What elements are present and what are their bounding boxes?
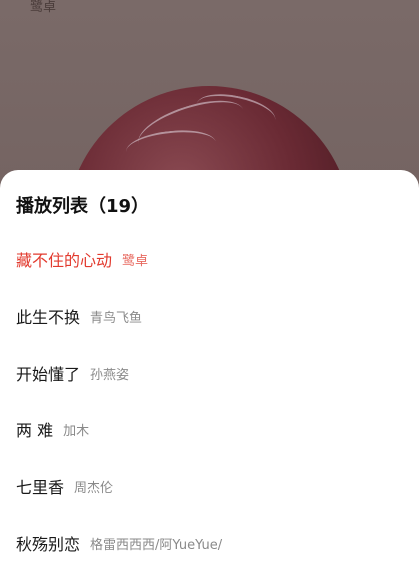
- song-artist: 格雷西西西/阿YueYue/: [90, 537, 223, 553]
- playlist-title: 播放列表（19）: [16, 196, 150, 217]
- song-artist: 鹭卓: [122, 253, 149, 269]
- playlist-item[interactable]: 此生不换 青鸟飞鱼: [16, 300, 406, 332]
- player-artist-name: 鹭卓: [30, 0, 57, 15]
- playlist-item[interactable]: 七里香 周杰伦: [16, 470, 406, 502]
- song-title: 此生不换: [16, 308, 81, 327]
- playlist-item-current[interactable]: 藏不住的心动 鹭卓: [16, 243, 406, 275]
- song-title: 两 难: [16, 421, 54, 440]
- playlist-sheet: 播放列表（19） 藏不住的心动 鹭卓 此生不换 青鸟飞鱼 开始懂了 孙燕姿 两 …: [0, 170, 419, 570]
- song-title: 秋殇别恋: [16, 535, 81, 554]
- song-artist: 周杰伦: [74, 480, 114, 496]
- song-artist: 孙燕姿: [90, 367, 130, 383]
- song-artist: 青鸟飞鱼: [90, 310, 143, 326]
- playlist-item[interactable]: 秋殇别恋 格雷西西西/阿YueYue/: [16, 527, 406, 559]
- song-title: 藏不住的心动: [16, 251, 113, 270]
- playlist-item[interactable]: 两 难 加木: [16, 413, 406, 445]
- song-title: 七里香: [16, 478, 65, 497]
- playlist-item[interactable]: 开始懂了 孙燕姿: [16, 357, 406, 389]
- song-title: 开始懂了: [16, 365, 81, 384]
- song-artist: 加木: [63, 423, 90, 439]
- album-art-calligraphy: [124, 126, 218, 168]
